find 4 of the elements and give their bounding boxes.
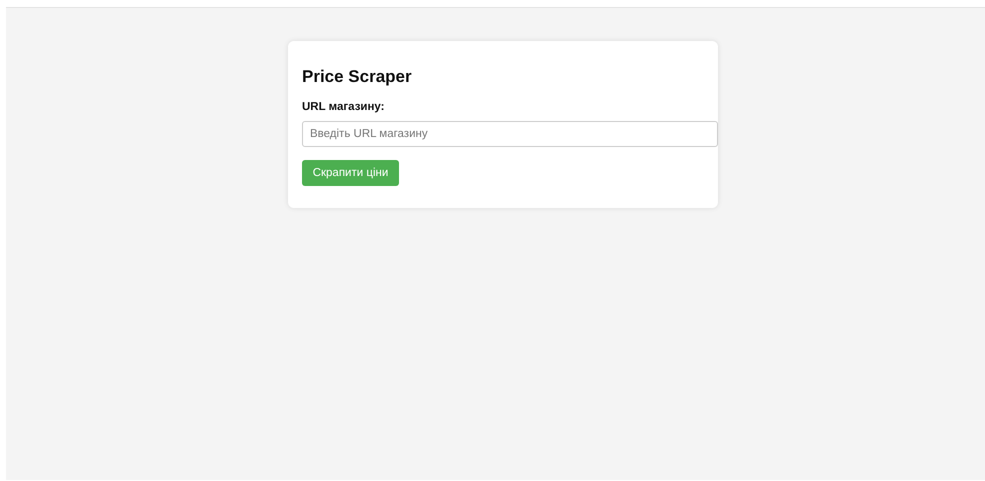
card-title: Price Scraper — [302, 67, 413, 87]
url-input-field[interactable]: Введіть URL магазину — [302, 121, 718, 147]
url-label: URL магазину: — [302, 100, 386, 114]
scrape-button[interactable]: Скрапити ціни — [302, 160, 399, 186]
